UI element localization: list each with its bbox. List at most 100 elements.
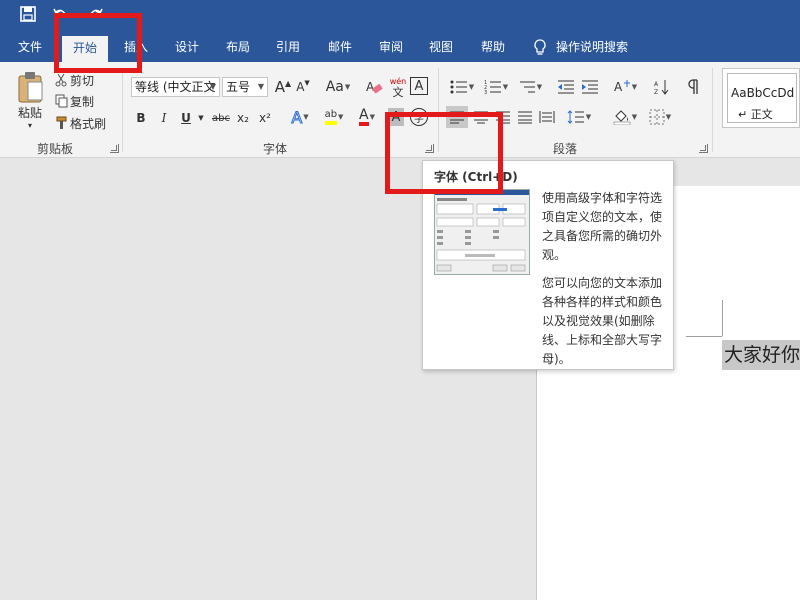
phonetic-bottom-label: 文 (392, 86, 404, 99)
font-group-label: 字体 (262, 142, 287, 156)
pilcrow-icon (688, 79, 698, 94)
numbering-button[interactable]: 1 2 3 ▼ (482, 76, 510, 98)
font-name-combo[interactable]: 等线 (中文正文 ▼ (131, 77, 220, 97)
numbering-icon: 123 (484, 80, 501, 95)
group-separator (122, 68, 123, 152)
sort-icon: AZ (654, 80, 669, 95)
selected-document-text[interactable]: 大家好你好 (722, 340, 800, 370)
style-normal[interactable]: AaBbCcDd ↵ 正文 (727, 73, 797, 123)
justify-button[interactable] (514, 106, 536, 128)
group-separator (712, 68, 713, 152)
change-case-label: Aa (325, 79, 344, 95)
font-size-combo[interactable]: 五号 ▼ (222, 77, 268, 97)
text-effects-button[interactable]: A ▼ (284, 106, 316, 128)
style-normal-label: ↵ 正文 (738, 108, 773, 121)
highlight-icon: ab (324, 109, 338, 125)
styles-gallery: AaBbCcDd ↵ 正文 (722, 68, 800, 128)
svg-text:3: 3 (484, 90, 487, 95)
strikethrough-button[interactable]: abc (210, 108, 232, 128)
style-sample-text: AaBbCcDd (731, 86, 795, 100)
tab-help[interactable]: 帮助 (472, 34, 514, 62)
tab-mailings[interactable]: 邮件 (320, 34, 360, 62)
margin-marker (686, 336, 722, 337)
clipboard-dialog-launcher[interactable] (110, 144, 119, 153)
bullets-icon (450, 80, 467, 94)
font-name-value: 等线 (中文正文 (135, 80, 216, 94)
cut-button[interactable]: 剪切 (70, 72, 98, 88)
tab-layout[interactable]: 布局 (218, 34, 258, 62)
lightbulb-icon (532, 39, 550, 57)
increase-indent-icon (582, 80, 598, 94)
grow-font-button[interactable]: A ▲ (274, 76, 292, 98)
multilevel-list-button[interactable]: ▼ (516, 76, 544, 98)
paste-button[interactable]: 粘贴 (12, 104, 48, 120)
tab-design[interactable]: 设计 (166, 34, 208, 62)
char-border-button[interactable]: A (410, 77, 428, 95)
shading-button[interactable]: ▼ (608, 106, 642, 128)
underline-button[interactable]: U (178, 108, 194, 128)
phonetic-guide-button[interactable]: wén 文 (388, 74, 408, 100)
tab-view[interactable]: 视图 (420, 34, 462, 62)
sort-button[interactable]: AZ (652, 76, 672, 98)
chevron-down-icon: ▼ (257, 82, 264, 91)
paragraph-dialog-launcher[interactable] (699, 144, 708, 153)
highlight-box-font-launcher (385, 112, 503, 194)
tell-me-search[interactable]: 操作说明搜索 (556, 34, 636, 62)
distributed-icon (539, 111, 555, 123)
save-icon[interactable] (18, 6, 38, 26)
format-painter-button[interactable]: 格式刷 (70, 115, 112, 131)
copy-button[interactable]: 复制 (70, 93, 100, 109)
chevron-down-icon: ▼ (209, 82, 216, 91)
decrease-indent-icon (558, 80, 574, 94)
clipboard-icon[interactable] (10, 68, 50, 106)
bullets-button[interactable]: ▼ (448, 76, 476, 98)
increase-indent-button[interactable] (580, 76, 600, 98)
tab-file[interactable]: 文件 (10, 34, 50, 62)
decrease-indent-button[interactable] (556, 76, 576, 98)
underline-dropdown-icon[interactable]: ▼ (196, 108, 206, 128)
subscript-button[interactable]: x₂ (234, 108, 252, 128)
highlight-button[interactable]: ab ▼ (318, 106, 350, 128)
svg-text:Z: Z (654, 89, 658, 95)
svg-text:A: A (654, 81, 659, 88)
font-color-button[interactable]: A ▼ (352, 106, 382, 128)
tab-review[interactable]: 审阅 (370, 34, 412, 62)
chinese-layout-button[interactable]: A ▼ (610, 76, 640, 98)
line-spacing-icon (567, 110, 584, 124)
distributed-button[interactable] (536, 106, 558, 128)
chinese-layout-icon: A (614, 80, 630, 94)
cut-icon[interactable] (54, 72, 68, 88)
clear-format-button[interactable]: A (364, 76, 384, 98)
grow-font-icon: A (274, 78, 286, 96)
line-spacing-button[interactable]: ▼ (562, 106, 596, 128)
copy-icon[interactable] (54, 93, 68, 109)
tooltip-description-2: 您可以向您的文本添加各种各样的样式和颜色以及视觉效果(如删除线、上标和全部大写字… (542, 276, 663, 366)
highlight-box-home-tab (54, 13, 142, 73)
tab-references[interactable]: 引用 (268, 34, 308, 62)
font-dialog-preview-image (434, 189, 530, 275)
borders-icon (649, 109, 665, 125)
justify-icon (518, 111, 532, 124)
svg-text:A: A (366, 80, 375, 94)
text-effects-icon: A (291, 107, 303, 127)
italic-button[interactable]: I (156, 108, 172, 128)
bold-button[interactable]: B (133, 108, 149, 128)
multilevel-list-icon (519, 81, 535, 93)
svg-text:A: A (614, 80, 623, 94)
superscript-button[interactable]: x² (256, 108, 274, 128)
font-color-icon: A (359, 108, 369, 126)
font-size-value: 五号 (226, 80, 251, 94)
format-painter-icon[interactable] (54, 115, 68, 131)
paragraph-group-label: 段落 (552, 142, 577, 156)
tooltip-description-1: 使用高级字体和字符选项自定义您的文本，使之具备您所需的确切外观。 (542, 191, 663, 262)
paint-bucket-icon (613, 110, 631, 125)
show-marks-button[interactable] (684, 76, 704, 98)
clipboard-group-label: 剪贴板 (36, 142, 73, 156)
shrink-font-icon: A (296, 80, 305, 94)
paste-dropdown-icon[interactable]: ▾ (24, 120, 36, 130)
shrink-font-button[interactable]: A ▼ (294, 76, 312, 98)
margin-marker (722, 300, 723, 336)
eraser-icon: A (366, 80, 383, 94)
borders-button[interactable]: ▼ (644, 106, 676, 128)
change-case-button[interactable]: Aa ▼ (322, 76, 354, 98)
